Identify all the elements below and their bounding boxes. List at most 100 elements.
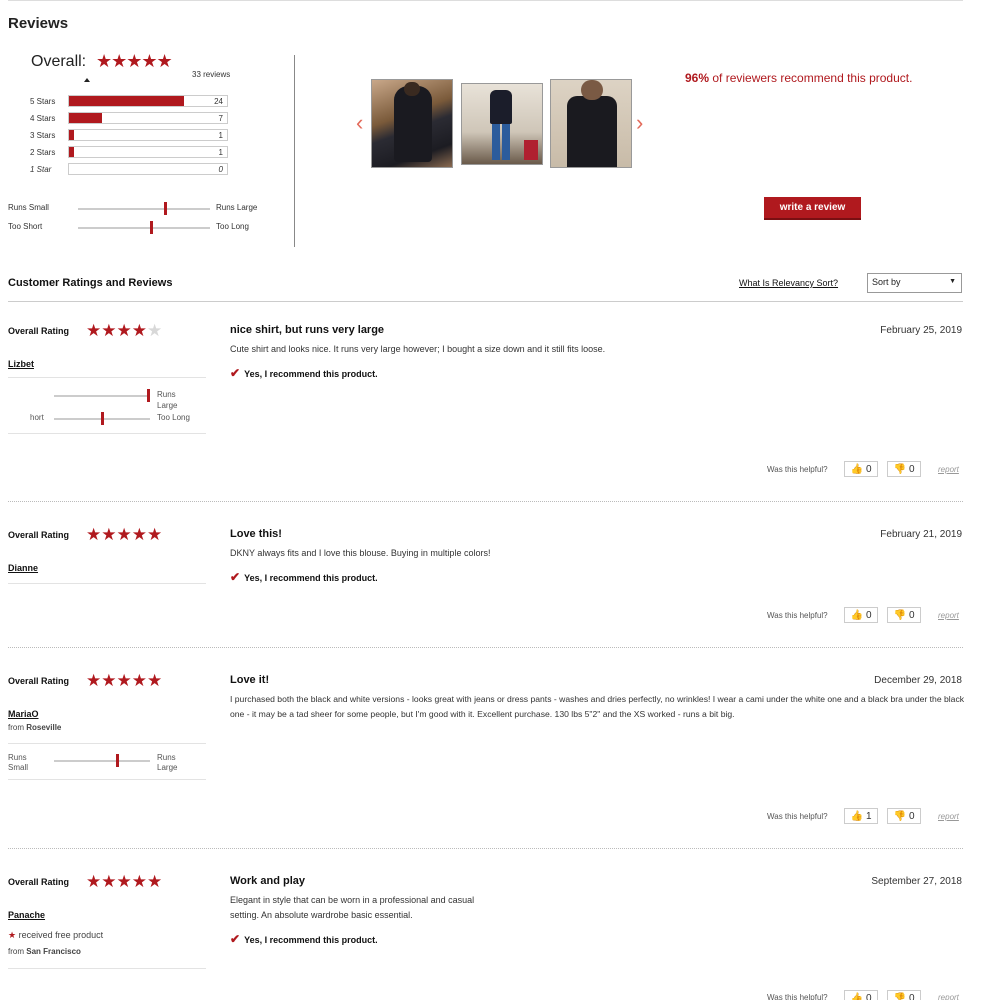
review-body: I purchased both the black and white ver… bbox=[230, 694, 965, 719]
chevron-left-icon[interactable]: ‹ bbox=[356, 112, 363, 134]
report-link[interactable]: report bbox=[938, 812, 959, 821]
checkmark-icon: ✔ bbox=[230, 932, 241, 946]
review-separator bbox=[8, 501, 963, 502]
length-right-label: Too Long bbox=[157, 413, 190, 422]
fit-slider-left-label: Runs Small bbox=[8, 203, 49, 212]
length-slider-right-label: Too Long bbox=[216, 222, 249, 231]
report-link[interactable]: report bbox=[938, 611, 959, 620]
star-bar-track: 7 bbox=[68, 112, 228, 124]
slider-thumb bbox=[101, 412, 104, 425]
length-left-label: hort bbox=[30, 413, 44, 422]
review-stars: ★★★★★ bbox=[86, 872, 163, 891]
star-bar-row[interactable]: 3 Stars 1 bbox=[30, 129, 230, 143]
star-bar-label: 2 Stars bbox=[30, 148, 56, 157]
yes-count: 0 bbox=[865, 609, 872, 621]
review-date: September 27, 2018 bbox=[871, 876, 962, 887]
write-review-button[interactable]: write a review bbox=[764, 197, 861, 220]
recommend-note: ✔ Yes, I recommend this product. bbox=[230, 932, 378, 946]
stars-filled: ★★★★ bbox=[86, 321, 147, 340]
reviewer-location: from Roseville bbox=[8, 723, 61, 732]
star-bar-row[interactable]: 4 Stars 7 bbox=[30, 112, 230, 126]
star-bar-row[interactable]: 1 Star 0 bbox=[30, 163, 230, 177]
reviewer-name[interactable]: Panache bbox=[8, 910, 45, 920]
fit-right-label: Runs Large bbox=[157, 390, 178, 410]
helpful-yes-button[interactable]: 👍 0 bbox=[844, 990, 878, 1000]
helpful-no-button[interactable]: 👎 0 bbox=[887, 607, 921, 623]
review-date: February 21, 2019 bbox=[880, 529, 962, 540]
profile-divider bbox=[8, 968, 206, 969]
overall-rating-label: Overall Rating bbox=[8, 530, 70, 540]
fit-slider-length bbox=[78, 221, 210, 235]
review-title: Love this! bbox=[230, 528, 282, 540]
star-bar-count: 1 bbox=[218, 131, 223, 140]
review-photo-2[interactable] bbox=[461, 83, 543, 165]
report-link[interactable]: report bbox=[938, 993, 959, 1000]
recommend-note-text: Yes, I recommend this product. bbox=[244, 935, 378, 945]
slider-thumb bbox=[116, 754, 119, 767]
review-stars: ★★★★★ bbox=[86, 322, 162, 339]
recommend-note-text: Yes, I recommend this product. bbox=[244, 573, 378, 583]
star-bar-row[interactable]: 5 Stars 24 bbox=[30, 95, 230, 109]
review-photo-1[interactable] bbox=[371, 79, 453, 168]
location-value: San Francisco bbox=[26, 947, 81, 956]
no-count: 0 bbox=[908, 463, 915, 475]
star-icon: ★ bbox=[8, 930, 17, 940]
helpful-label: Was this helpful? bbox=[767, 611, 828, 620]
section-divider bbox=[8, 301, 963, 302]
helpful-no-button[interactable]: 👎 0 bbox=[887, 461, 921, 477]
review-date: February 25, 2019 bbox=[880, 325, 962, 336]
helpful-yes-button[interactable]: 👍 0 bbox=[844, 607, 878, 623]
helpful-yes-button[interactable]: 👍 1 bbox=[844, 808, 878, 824]
reviewer-name[interactable]: Lizbet bbox=[8, 359, 34, 369]
profile-divider bbox=[8, 743, 206, 744]
star-bar-row[interactable]: 2 Stars 1 bbox=[30, 146, 230, 160]
reviewer-name[interactable]: MariaO bbox=[8, 709, 39, 719]
report-link[interactable]: report bbox=[938, 465, 959, 474]
no-count: 0 bbox=[908, 810, 915, 822]
star-bar-label: 3 Stars bbox=[30, 131, 56, 140]
overall-stars: ★★★★★ bbox=[96, 51, 173, 71]
caret-up-icon bbox=[84, 78, 90, 82]
reviewer-name[interactable]: Dianne bbox=[8, 563, 38, 573]
thumbs-up-icon: 👍 bbox=[850, 609, 863, 621]
star-bar-track: 1 bbox=[68, 146, 228, 158]
profile-divider bbox=[8, 583, 206, 584]
star-bar-fill bbox=[69, 96, 184, 106]
recommend-percent: 96% bbox=[685, 71, 710, 85]
fit-slider-size bbox=[78, 202, 210, 216]
review-title: Work and play bbox=[230, 875, 305, 887]
review-fit-slider bbox=[54, 754, 150, 768]
free-product-badge: ★ received free product bbox=[8, 930, 103, 941]
chevron-right-icon[interactable]: › bbox=[636, 112, 643, 134]
recommend-text: of reviewers recommend this product. bbox=[709, 71, 913, 85]
profile-divider bbox=[8, 377, 206, 378]
review-photo-3[interactable] bbox=[550, 79, 632, 168]
recommend-summary: 96% of reviewers recommend this product. bbox=[685, 71, 912, 85]
star-bar-track: 1 bbox=[68, 129, 228, 141]
star-bar-fill bbox=[69, 113, 102, 123]
summary-divider bbox=[294, 55, 295, 247]
helpful-no-button[interactable]: 👎 0 bbox=[887, 808, 921, 824]
star-bar-fill bbox=[69, 130, 74, 140]
overall-rating-label: Overall Rating bbox=[8, 326, 70, 336]
section-heading: Customer Ratings and Reviews bbox=[8, 277, 173, 289]
review-count: 33 reviews bbox=[192, 70, 231, 79]
helpful-no-button[interactable]: 👎 0 bbox=[887, 990, 921, 1000]
yes-count: 1 bbox=[865, 810, 872, 822]
slider-thumb bbox=[147, 389, 150, 402]
checkmark-icon: ✔ bbox=[230, 570, 241, 584]
thumbs-down-icon: 👎 bbox=[893, 992, 906, 1000]
profile-divider bbox=[8, 433, 206, 434]
fit-right-label: Runs Large bbox=[157, 753, 178, 772]
sort-select[interactable]: Sort by ▼ bbox=[867, 273, 962, 293]
review-title: Love it! bbox=[230, 674, 270, 686]
helpful-yes-button[interactable]: 👍 0 bbox=[844, 461, 878, 477]
overall-rating-label: Overall Rating bbox=[8, 676, 70, 686]
checkmark-icon: ✔ bbox=[230, 366, 241, 380]
stars-empty: ★ bbox=[146, 321, 163, 340]
from-label: from bbox=[8, 947, 27, 956]
no-count: 0 bbox=[908, 609, 915, 621]
review-stars: ★★★★★ bbox=[86, 525, 163, 544]
star-bar-count: 7 bbox=[218, 114, 223, 123]
relevancy-sort-link[interactable]: What Is Relevancy Sort? bbox=[739, 278, 838, 288]
